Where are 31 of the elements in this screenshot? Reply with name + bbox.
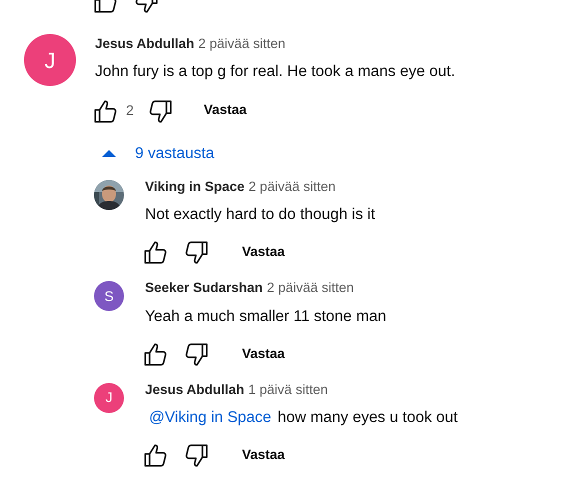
avatar[interactable]: J — [94, 382, 124, 413]
dislike-button[interactable] — [184, 340, 210, 367]
like-button[interactable] — [142, 239, 168, 266]
reply-button[interactable]: Vastaa — [242, 344, 285, 364]
comment-time[interactable]: 2 päivää sitten — [198, 34, 286, 54]
author-name[interactable]: Seeker Sudarshan — [145, 278, 263, 298]
like-button[interactable] — [92, 98, 118, 124]
reply-button[interactable]: Vastaa — [204, 100, 247, 121]
like-button[interactable] — [142, 442, 168, 468]
avatar[interactable]: J — [24, 34, 76, 86]
mention-link[interactable]: @Viking in Space — [147, 409, 274, 426]
dislike-button[interactable] — [184, 239, 210, 266]
like-button[interactable] — [142, 340, 168, 367]
replies-toggle[interactable]: 9 vastausta — [101, 142, 214, 165]
avatar[interactable]: S — [94, 281, 124, 312]
dislike-button[interactable] — [148, 98, 174, 124]
comment-text: Yeah a much smaller 11 stone man — [145, 306, 386, 326]
comment-time[interactable]: 1 päivä sitten — [248, 380, 328, 400]
author-name[interactable]: Jesus Abdullah — [145, 380, 244, 400]
comment-time[interactable]: 2 päivää sitten — [248, 176, 336, 197]
caret-icon — [101, 148, 117, 158]
reply-button[interactable]: Vastaa — [242, 242, 285, 262]
dislike-button[interactable] — [184, 442, 210, 468]
reply-button[interactable]: Vastaa — [242, 445, 285, 466]
comment-text: John fury is a top g for real. He took a mans eye out. — [95, 62, 456, 82]
like-count: 2 — [126, 101, 134, 120]
comment-text: Not exactly hard to do though is it — [145, 205, 376, 225]
comment-time[interactable]: 2 päivää sitten — [266, 278, 354, 298]
author-name[interactable]: Jesus Abdullah — [95, 34, 194, 54]
author-name[interactable]: Viking in Space — [145, 176, 245, 197]
comment-text: @Viking in Space how many eyes u took out — [146, 408, 458, 428]
